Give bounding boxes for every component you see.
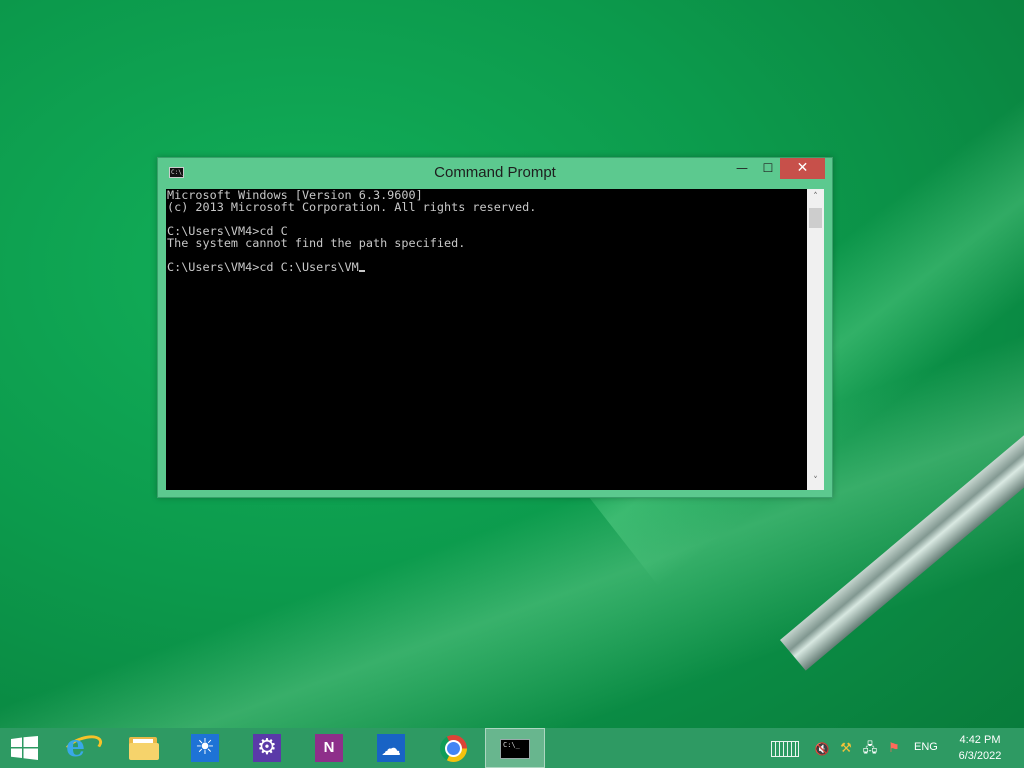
console-line: (c) 2013 Microsoft Corporation. All righ… — [167, 200, 537, 214]
taskbar-settings[interactable]: ⚙ — [237, 728, 297, 768]
folder-front — [129, 743, 159, 760]
windows-start-icon — [11, 736, 38, 760]
taskbar-file-explorer[interactable] — [113, 728, 173, 768]
settings-icon: ⚙ — [253, 734, 281, 762]
internet-explorer-letter: e — [66, 729, 86, 764]
close-button[interactable]: ✕ — [780, 158, 825, 179]
action-center-flag-icon[interactable]: ⚑ — [885, 740, 903, 758]
touch-keyboard-icon[interactable] — [771, 741, 799, 757]
console-prompt-line[interactable]: C:\Users\VM4>cd C:\Users\VM — [167, 260, 359, 274]
taskbar-onedrive[interactable]: ☁ — [361, 728, 421, 768]
chrome-icon — [440, 735, 467, 762]
taskbar-onenote[interactable]: N — [299, 728, 359, 768]
network-icon[interactable]: 🖧 — [861, 740, 879, 758]
text-cursor — [358, 270, 365, 272]
start-button[interactable] — [0, 728, 50, 768]
tools-icon[interactable]: ⚒ — [837, 740, 855, 758]
weather-icon: ☀ — [191, 734, 219, 762]
command-prompt-icon: C:\_ — [500, 739, 530, 759]
maximize-button[interactable]: ☐ — [755, 158, 781, 179]
scrollbar-thumb[interactable] — [809, 208, 822, 228]
scroll-up-icon[interactable]: ˄ — [807, 189, 824, 206]
scroll-down-icon[interactable]: ˅ — [807, 473, 824, 490]
taskbar-weather[interactable]: ☀ — [175, 728, 235, 768]
command-prompt-window[interactable]: C:\_ Command Prompt — ☐ ✕ Microsoft Wind… — [157, 157, 833, 498]
taskbar-command-prompt[interactable]: C:\_ — [485, 728, 545, 768]
clock-time: 4:42 PM — [959, 734, 1001, 746]
taskbar-internet-explorer[interactable]: e — [52, 728, 112, 768]
taskbar-chrome[interactable] — [423, 728, 483, 768]
console-line: The system cannot find the path specifie… — [167, 236, 466, 250]
window-titlebar[interactable]: C:\_ Command Prompt — ☐ ✕ — [158, 158, 832, 189]
vertical-scrollbar[interactable]: ˄ ˅ — [807, 189, 824, 490]
language-indicator[interactable]: ENG — [914, 741, 938, 753]
system-clock[interactable]: 4:42 PM 6/3/2022 — [950, 732, 1010, 764]
minimize-button[interactable]: — — [729, 158, 755, 179]
onedrive-icon: ☁ — [377, 734, 405, 762]
onenote-icon: N — [315, 734, 343, 762]
clock-date: 6/3/2022 — [958, 750, 1002, 762]
console-output[interactable]: Microsoft Windows [Version 6.3.9600] (c)… — [166, 189, 807, 490]
desktop: C:\_ Command Prompt — ☐ ✕ Microsoft Wind… — [0, 0, 1024, 768]
volume-muted-icon[interactable]: 🔇 — [813, 740, 831, 758]
